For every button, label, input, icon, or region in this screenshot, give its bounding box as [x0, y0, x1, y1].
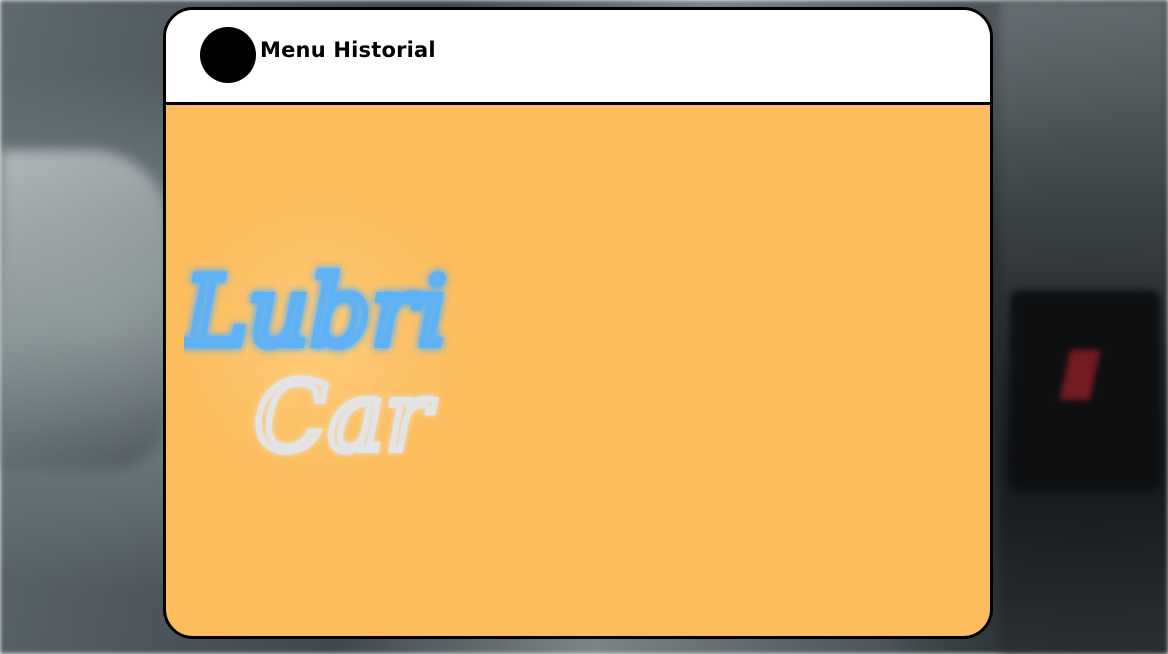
background-car-seat [0, 150, 170, 470]
avatar[interactable] [200, 27, 256, 83]
main-panel: Menu Historial Lubri Car [163, 7, 993, 639]
header-bar: Menu Historial [166, 10, 990, 105]
logo-line1: Lubri [184, 256, 448, 368]
logo-line2: Car [254, 361, 436, 473]
lubricar-logo: Lubri Car [184, 190, 469, 490]
page-title: Menu Historial [260, 38, 436, 62]
